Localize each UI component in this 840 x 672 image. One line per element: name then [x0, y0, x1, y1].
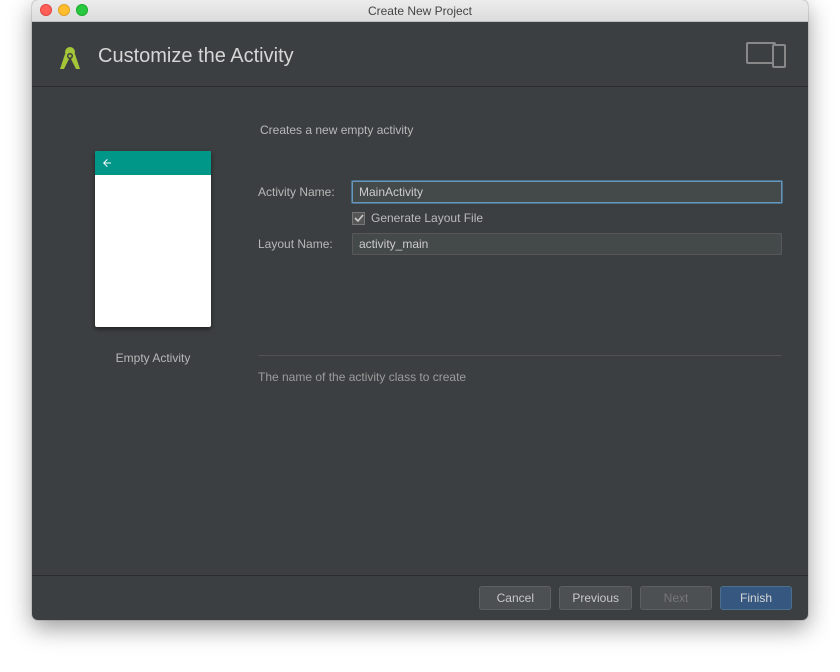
layout-name-input[interactable] — [352, 233, 782, 255]
template-preview-pane: Empty Activity — [58, 105, 248, 575]
check-icon — [354, 213, 364, 223]
close-icon[interactable] — [40, 4, 52, 16]
generate-layout-row: Generate Layout File — [258, 211, 782, 225]
dialog-window: Create New Project Customize the Activit… — [32, 0, 808, 620]
zoom-icon[interactable] — [76, 4, 88, 16]
finish-button[interactable]: Finish — [720, 586, 792, 610]
field-hint: The name of the activity class to create — [258, 356, 782, 384]
minimize-icon[interactable] — [58, 4, 70, 16]
form-factor-icon — [746, 42, 786, 70]
next-button: Next — [640, 586, 712, 610]
activity-name-input[interactable] — [352, 181, 782, 203]
form-pane: Creates a new empty activity Activity Na… — [248, 105, 782, 575]
back-arrow-icon — [101, 157, 113, 169]
dialog-footer: Cancel Previous Next Finish — [32, 575, 808, 620]
window-controls — [40, 4, 88, 16]
android-studio-logo-icon — [54, 40, 86, 72]
layout-name-row: Layout Name: — [258, 233, 782, 255]
generate-layout-checkbox[interactable] — [352, 212, 365, 225]
dialog-header: Customize the Activity — [32, 22, 808, 87]
template-description: Creates a new empty activity — [258, 105, 782, 177]
titlebar: Create New Project — [32, 0, 808, 22]
template-name: Empty Activity — [116, 351, 191, 365]
dialog-content: Empty Activity Creates a new empty activ… — [32, 87, 808, 575]
previous-button[interactable]: Previous — [559, 586, 632, 610]
activity-preview — [95, 151, 211, 327]
activity-name-label: Activity Name: — [258, 185, 352, 199]
window-title: Create New Project — [368, 4, 472, 18]
generate-layout-label: Generate Layout File — [371, 211, 483, 225]
layout-name-label: Layout Name: — [258, 237, 352, 251]
cancel-button[interactable]: Cancel — [479, 586, 551, 610]
page-title: Customize the Activity — [98, 45, 294, 68]
activity-name-row: Activity Name: — [258, 181, 782, 203]
preview-appbar — [95, 151, 211, 175]
